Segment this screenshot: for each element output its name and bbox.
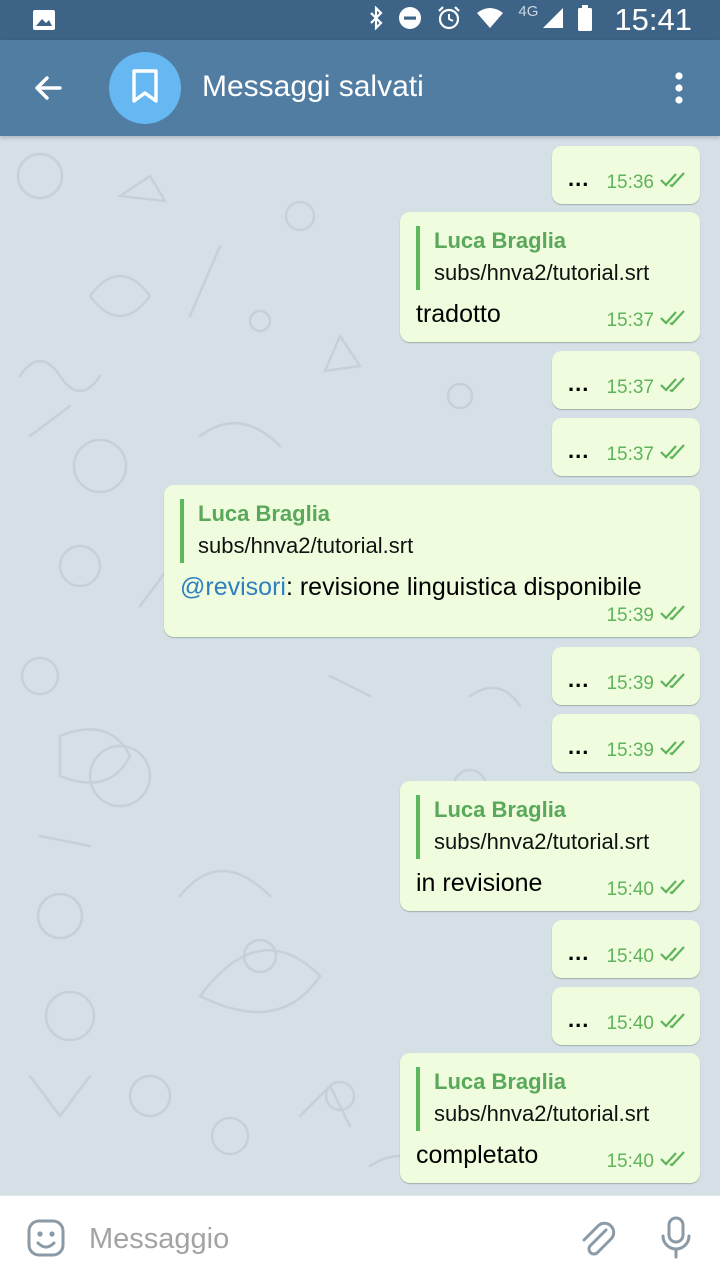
reply-file: subs/hnva2/tutorial.srt [434, 260, 650, 285]
message-bubble[interactable]: ... 15:40 [552, 987, 700, 1045]
clock: 15:41 [614, 2, 692, 37]
message-bubble[interactable]: ... 15:36 [552, 146, 700, 204]
message-time: 15:40 [606, 1013, 654, 1034]
message-text: @revisori: revisione linguistica disponi… [180, 573, 642, 602]
message-meta: 15:39 [606, 673, 690, 695]
bookmark-icon [130, 68, 160, 109]
battery-icon [578, 4, 593, 36]
message-meta: 15:39 [606, 740, 690, 762]
message-time: 15:40 [606, 1151, 654, 1172]
reply-file: subs/hnva2/tutorial.srt [434, 1101, 650, 1126]
message-meta: 15:40 [606, 879, 690, 901]
double-check-icon [660, 946, 690, 968]
bluetooth-icon [368, 4, 384, 35]
back-arrow-icon[interactable] [30, 70, 66, 106]
message-composer: Messaggio [0, 1195, 720, 1281]
message-text: ... [568, 1007, 590, 1032]
app-bar: Messaggi salvati [0, 40, 720, 136]
chat-title[interactable]: Messaggi salvati [202, 70, 424, 104]
message-text: ... [568, 166, 590, 191]
reply-sender: Luca Braglia [198, 501, 331, 526]
double-check-icon [660, 673, 690, 695]
wifi-icon [476, 7, 504, 34]
message-text: ... [568, 438, 590, 463]
message-text: ... [568, 734, 590, 759]
network-type: 4G [518, 2, 539, 20]
reply-preview[interactable]: Luca Braglia subs/hnva2/tutorial.srt [180, 499, 413, 563]
message-bubble[interactable]: ... 15:37 [552, 351, 700, 409]
message-meta: 15:37 [606, 444, 690, 466]
emoji-icon[interactable] [26, 1218, 66, 1263]
attach-icon[interactable] [578, 1216, 616, 1263]
signal-icon [542, 7, 564, 34]
message-text: in revisione [416, 869, 543, 897]
message-text: ... [568, 371, 590, 396]
dnd-icon [398, 6, 422, 35]
reply-preview[interactable]: Luca Braglia subs/hnva2/tutorial.srt [416, 1067, 649, 1131]
message-meta: 15:40 [606, 1013, 690, 1035]
message-time: 15:37 [606, 310, 654, 331]
message-bubble[interactable]: Luca Braglia subs/hnva2/tutorial.srt com… [400, 1053, 700, 1183]
double-check-icon [660, 879, 690, 901]
double-check-icon [660, 377, 690, 399]
message-bubble[interactable]: Luca Braglia subs/hnva2/tutorial.srt in … [400, 781, 700, 911]
message-bubble[interactable]: Luca Braglia subs/hnva2/tutorial.srt tra… [400, 212, 700, 342]
reply-file: subs/hnva2/tutorial.srt [198, 533, 414, 558]
message-meta: 15:36 [606, 172, 690, 194]
double-check-icon [660, 172, 690, 194]
double-check-icon [660, 444, 690, 466]
message-input[interactable]: Messaggio [89, 1223, 229, 1256]
message-meta: 15:39 [606, 605, 690, 627]
message-meta: 15:37 [606, 310, 690, 332]
double-check-icon [660, 310, 690, 332]
message-time: 15:39 [606, 673, 654, 694]
message-time: 15:36 [606, 172, 654, 193]
chat-area[interactable]: ... 15:36 Luca Braglia subs/hnva2/tutori… [0, 136, 720, 1195]
message-time: 15:39 [606, 740, 654, 761]
mention-link[interactable]: @revisori [180, 573, 286, 601]
message-text: ... [568, 940, 590, 965]
message-bubble[interactable]: ... 15:39 [552, 714, 700, 772]
message-time: 15:39 [606, 605, 654, 626]
message-bubble[interactable]: ... 15:40 [552, 920, 700, 978]
message-bubble[interactable]: ... 15:37 [552, 418, 700, 476]
message-text: ... [568, 667, 590, 692]
message-text: tradotto [416, 300, 501, 328]
reply-preview[interactable]: Luca Braglia subs/hnva2/tutorial.srt [416, 226, 649, 290]
message-time: 15:37 [606, 444, 654, 465]
image-icon [32, 9, 56, 36]
microphone-icon[interactable] [658, 1216, 694, 1265]
message-text: completato [416, 1141, 539, 1169]
double-check-icon [660, 1151, 690, 1173]
double-check-icon [660, 740, 690, 762]
double-check-icon [660, 1013, 690, 1035]
reply-sender: Luca Braglia [434, 1069, 567, 1094]
message-time: 15:40 [606, 879, 654, 900]
reply-file: subs/hnva2/tutorial.srt [434, 829, 650, 854]
alarm-icon [436, 5, 462, 36]
reply-sender: Luca Braglia [434, 228, 567, 253]
double-check-icon [660, 605, 690, 627]
message-time: 15:40 [606, 946, 654, 967]
message-meta: 15:37 [606, 377, 690, 399]
status-bar: 4G 15:41 [0, 0, 720, 40]
message-meta: 15:40 [606, 1151, 690, 1173]
message-bubble[interactable]: Luca Braglia subs/hnva2/tutorial.srt @re… [164, 485, 700, 637]
avatar[interactable] [109, 52, 181, 124]
message-text-rest: : revisione linguistica disponibile [285, 573, 642, 601]
message-time: 15:37 [606, 377, 654, 398]
message-bubble[interactable]: ... 15:39 [552, 647, 700, 705]
reply-sender: Luca Braglia [434, 797, 567, 822]
reply-preview[interactable]: Luca Braglia subs/hnva2/tutorial.srt [416, 795, 649, 859]
more-options-icon[interactable] [664, 68, 694, 108]
message-meta: 15:40 [606, 946, 690, 968]
